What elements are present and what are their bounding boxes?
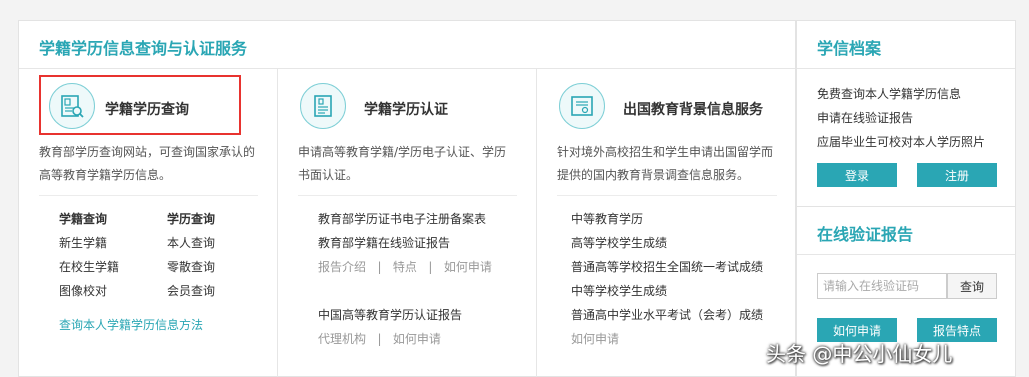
main-title: 学籍学历信息查询与认证服务 [39,39,248,58]
link-how-apply[interactable]: 如何申请 [571,330,619,347]
divider [797,254,1015,255]
link-secondary-edu[interactable]: 中等教育学历 [571,210,643,227]
link-huikao-scores[interactable]: 普通高中学业水平考试（会考）成绩 [571,306,763,323]
certify-title[interactable]: 学籍学历认证 [364,99,448,119]
desc-line: 高等教育学籍学历信息。 [39,168,172,182]
overseas-description: 针对境外高校招生和学生申请出国留学而 提供的国内教育背景调查信息服务。 [557,141,773,187]
desc-line: 书面认证。 [298,168,359,182]
watermark: 头条 @中公小仙女儿 [766,342,953,366]
link-self-query[interactable]: 本人查询 [167,234,215,251]
archive-item: 应届毕业生可校对本人学历照片 [817,135,986,149]
query-description: 教育部学历查询网站，可查询国家承认的 高等教育学籍学历信息。 [39,141,255,187]
register-button[interactable]: 注册 [917,163,997,187]
link-cert-report[interactable]: 中国高等教育学历认证报告 [318,306,462,323]
link-single-query[interactable]: 零散查询 [167,258,215,275]
column-query: 学籍学历查询 教育部学历查询网站，可查询国家承认的 高等教育学籍学历信息。 学籍… [19,69,278,377]
divider [298,195,517,196]
link-college-scores[interactable]: 高等学校学生成绩 [571,234,667,251]
link-current-student[interactable]: 在校生学籍 [59,258,119,275]
link-image-check[interactable]: 图像校对 [59,282,107,299]
certificate-stamp-icon [559,83,605,129]
desc-line: 提供的国内教育背景调查信息服务。 [557,168,750,182]
archive-item: 申请在线验证报告 [817,111,914,125]
divider [797,68,1015,69]
main-panel: 学籍学历信息查询与认证服务 学籍学历查询 教育部学历查询网站，可查询国家承认的 … [18,20,796,377]
link-gaokao-scores[interactable]: 普通高等学校招生全国统一考试成绩 [571,258,763,275]
archive-title[interactable]: 学信档案 [817,35,881,59]
verify-code-input[interactable] [817,273,947,299]
link-online-verify[interactable]: 教育部学籍在线验证报告 [318,234,450,251]
link-member-query[interactable]: 会员查询 [167,282,215,299]
divider [557,195,777,196]
link-new-student[interactable]: 新生学籍 [59,234,107,251]
document-certificate-icon [300,83,346,129]
verify-title: 在线验证报告 [817,225,914,244]
query-button[interactable]: 查询 [947,273,997,299]
overseas-title[interactable]: 出国教育背景信息服务 [623,99,763,119]
grid-heading-xueli[interactable]: 学历查询 [167,210,215,227]
highlight-box [39,75,241,135]
archive-panel: 学信档案 免费查询本人学籍学历信息 申请在线验证报告 应届毕业生可校对本人学历照… [796,20,1016,207]
desc-line: 教育部学历查询网站，可查询国家承认的 [39,145,256,159]
sub-links-agency[interactable]: 代理机构 | 如何申请 [318,330,441,347]
link-ecert-record[interactable]: 教育部学历证书电子注册备案表 [318,210,486,227]
divider [39,195,258,196]
certify-description: 申请高等教育学籍/学历电子认证、学历 书面认证。 [298,141,506,187]
sub-links-report[interactable]: 报告介绍 | 特点 | 如何申请 [318,258,492,275]
desc-line: 申请高等教育学籍/学历电子认证、学历 [298,145,507,159]
link-query-method[interactable]: 查询本人学籍学历信息方法 [59,316,203,333]
column-certify: 学籍学历认证 申请高等教育学籍/学历电子认证、学历 书面认证。 教育部学历证书电… [278,69,537,377]
grid-heading-xueji[interactable]: 学籍查询 [59,210,107,227]
archive-item: 免费查询本人学籍学历信息 [817,87,962,101]
desc-line: 针对境外高校招生和学生申请出国留学而 [557,145,774,159]
link-secondary-scores[interactable]: 中等学校学生成绩 [571,282,667,299]
login-button[interactable]: 登录 [817,163,897,187]
column-overseas: 出国教育背景信息服务 针对境外高校招生和学生申请出国留学而 提供的国内教育背景调… [537,69,797,377]
